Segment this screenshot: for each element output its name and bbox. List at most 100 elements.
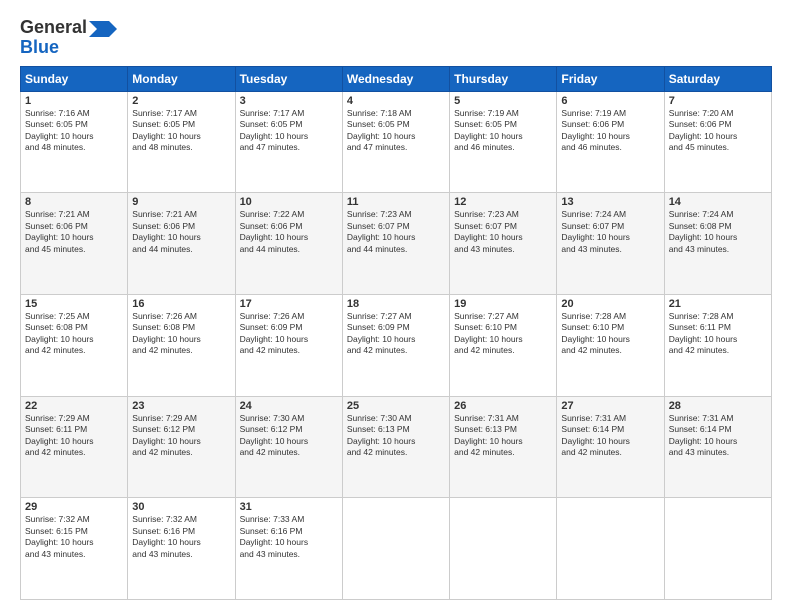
day-number: 23 [132, 400, 230, 412]
day-number: 16 [132, 298, 230, 310]
calendar-cell: 10Sunrise: 7:22 AMSunset: 6:06 PMDayligh… [235, 193, 342, 295]
calendar-cell: 12Sunrise: 7:23 AMSunset: 6:07 PMDayligh… [450, 193, 557, 295]
cell-sunrise: Sunrise: 7:27 AMSunset: 6:09 PMDaylight:… [347, 311, 416, 355]
day-number: 10 [240, 196, 338, 208]
cell-sunrise: Sunrise: 7:26 AMSunset: 6:09 PMDaylight:… [240, 311, 309, 355]
calendar-week-row: 15Sunrise: 7:25 AMSunset: 6:08 PMDayligh… [21, 294, 772, 396]
cell-sunrise: Sunrise: 7:29 AMSunset: 6:12 PMDaylight:… [132, 413, 201, 457]
calendar-cell: 7Sunrise: 7:20 AMSunset: 6:06 PMDaylight… [664, 91, 771, 193]
day-number: 1 [25, 95, 123, 107]
logo-line1: General [20, 18, 117, 38]
calendar-cell: 31Sunrise: 7:33 AMSunset: 6:16 PMDayligh… [235, 498, 342, 600]
calendar-header-row: SundayMondayTuesdayWednesdayThursdayFrid… [21, 66, 772, 91]
day-number: 19 [454, 298, 552, 310]
calendar-week-row: 8Sunrise: 7:21 AMSunset: 6:06 PMDaylight… [21, 193, 772, 295]
calendar-week-row: 22Sunrise: 7:29 AMSunset: 6:11 PMDayligh… [21, 396, 772, 498]
day-number: 28 [669, 400, 767, 412]
cell-sunrise: Sunrise: 7:31 AMSunset: 6:14 PMDaylight:… [561, 413, 630, 457]
weekday-header: Thursday [450, 66, 557, 91]
calendar-week-row: 29Sunrise: 7:32 AMSunset: 6:15 PMDayligh… [21, 498, 772, 600]
calendar-cell [664, 498, 771, 600]
day-number: 13 [561, 196, 659, 208]
calendar-cell: 22Sunrise: 7:29 AMSunset: 6:11 PMDayligh… [21, 396, 128, 498]
calendar-cell: 30Sunrise: 7:32 AMSunset: 6:16 PMDayligh… [128, 498, 235, 600]
cell-sunrise: Sunrise: 7:18 AMSunset: 6:05 PMDaylight:… [347, 108, 416, 152]
calendar-cell: 15Sunrise: 7:25 AMSunset: 6:08 PMDayligh… [21, 294, 128, 396]
cell-sunrise: Sunrise: 7:27 AMSunset: 6:10 PMDaylight:… [454, 311, 523, 355]
cell-sunrise: Sunrise: 7:24 AMSunset: 6:07 PMDaylight:… [561, 209, 630, 253]
cell-sunrise: Sunrise: 7:30 AMSunset: 6:12 PMDaylight:… [240, 413, 309, 457]
calendar-cell: 17Sunrise: 7:26 AMSunset: 6:09 PMDayligh… [235, 294, 342, 396]
calendar-cell: 4Sunrise: 7:18 AMSunset: 6:05 PMDaylight… [342, 91, 449, 193]
cell-sunrise: Sunrise: 7:32 AMSunset: 6:15 PMDaylight:… [25, 514, 94, 558]
day-number: 17 [240, 298, 338, 310]
cell-sunrise: Sunrise: 7:21 AMSunset: 6:06 PMDaylight:… [132, 209, 201, 253]
calendar-cell [342, 498, 449, 600]
calendar-body: 1Sunrise: 7:16 AMSunset: 6:05 PMDaylight… [21, 91, 772, 599]
calendar-cell: 3Sunrise: 7:17 AMSunset: 6:05 PMDaylight… [235, 91, 342, 193]
weekday-header: Monday [128, 66, 235, 91]
calendar-cell: 29Sunrise: 7:32 AMSunset: 6:15 PMDayligh… [21, 498, 128, 600]
cell-sunrise: Sunrise: 7:26 AMSunset: 6:08 PMDaylight:… [132, 311, 201, 355]
calendar-cell: 19Sunrise: 7:27 AMSunset: 6:10 PMDayligh… [450, 294, 557, 396]
calendar-cell: 14Sunrise: 7:24 AMSunset: 6:08 PMDayligh… [664, 193, 771, 295]
calendar-cell: 5Sunrise: 7:19 AMSunset: 6:05 PMDaylight… [450, 91, 557, 193]
calendar-cell: 25Sunrise: 7:30 AMSunset: 6:13 PMDayligh… [342, 396, 449, 498]
calendar-cell: 20Sunrise: 7:28 AMSunset: 6:10 PMDayligh… [557, 294, 664, 396]
day-number: 31 [240, 501, 338, 513]
calendar-table: SundayMondayTuesdayWednesdayThursdayFrid… [20, 66, 772, 600]
day-number: 20 [561, 298, 659, 310]
calendar-cell: 28Sunrise: 7:31 AMSunset: 6:14 PMDayligh… [664, 396, 771, 498]
day-number: 27 [561, 400, 659, 412]
cell-sunrise: Sunrise: 7:19 AMSunset: 6:05 PMDaylight:… [454, 108, 523, 152]
cell-sunrise: Sunrise: 7:28 AMSunset: 6:10 PMDaylight:… [561, 311, 630, 355]
day-number: 24 [240, 400, 338, 412]
calendar-cell: 6Sunrise: 7:19 AMSunset: 6:06 PMDaylight… [557, 91, 664, 193]
calendar-cell: 16Sunrise: 7:26 AMSunset: 6:08 PMDayligh… [128, 294, 235, 396]
header: General Blue [20, 18, 772, 58]
calendar-cell: 9Sunrise: 7:21 AMSunset: 6:06 PMDaylight… [128, 193, 235, 295]
day-number: 5 [454, 95, 552, 107]
cell-sunrise: Sunrise: 7:21 AMSunset: 6:06 PMDaylight:… [25, 209, 94, 253]
calendar-cell: 8Sunrise: 7:21 AMSunset: 6:06 PMDaylight… [21, 193, 128, 295]
day-number: 18 [347, 298, 445, 310]
cell-sunrise: Sunrise: 7:19 AMSunset: 6:06 PMDaylight:… [561, 108, 630, 152]
logo-line2: Blue [20, 38, 117, 58]
calendar-cell [450, 498, 557, 600]
cell-sunrise: Sunrise: 7:29 AMSunset: 6:11 PMDaylight:… [25, 413, 94, 457]
calendar-cell: 21Sunrise: 7:28 AMSunset: 6:11 PMDayligh… [664, 294, 771, 396]
cell-sunrise: Sunrise: 7:23 AMSunset: 6:07 PMDaylight:… [347, 209, 416, 253]
cell-sunrise: Sunrise: 7:20 AMSunset: 6:06 PMDaylight:… [669, 108, 738, 152]
cell-sunrise: Sunrise: 7:31 AMSunset: 6:14 PMDaylight:… [669, 413, 738, 457]
page: General Blue SundayMondayTuesdayWednesda… [0, 0, 792, 612]
weekday-header: Sunday [21, 66, 128, 91]
logo: General Blue [20, 18, 117, 58]
day-number: 4 [347, 95, 445, 107]
weekday-header: Saturday [664, 66, 771, 91]
calendar-cell: 24Sunrise: 7:30 AMSunset: 6:12 PMDayligh… [235, 396, 342, 498]
day-number: 8 [25, 196, 123, 208]
calendar-cell: 2Sunrise: 7:17 AMSunset: 6:05 PMDaylight… [128, 91, 235, 193]
cell-sunrise: Sunrise: 7:30 AMSunset: 6:13 PMDaylight:… [347, 413, 416, 457]
cell-sunrise: Sunrise: 7:33 AMSunset: 6:16 PMDaylight:… [240, 514, 309, 558]
weekday-header: Tuesday [235, 66, 342, 91]
cell-sunrise: Sunrise: 7:17 AMSunset: 6:05 PMDaylight:… [132, 108, 201, 152]
day-number: 14 [669, 196, 767, 208]
day-number: 2 [132, 95, 230, 107]
cell-sunrise: Sunrise: 7:24 AMSunset: 6:08 PMDaylight:… [669, 209, 738, 253]
calendar-cell: 23Sunrise: 7:29 AMSunset: 6:12 PMDayligh… [128, 396, 235, 498]
calendar-cell [557, 498, 664, 600]
calendar-cell: 18Sunrise: 7:27 AMSunset: 6:09 PMDayligh… [342, 294, 449, 396]
day-number: 22 [25, 400, 123, 412]
calendar-cell: 13Sunrise: 7:24 AMSunset: 6:07 PMDayligh… [557, 193, 664, 295]
cell-sunrise: Sunrise: 7:17 AMSunset: 6:05 PMDaylight:… [240, 108, 309, 152]
cell-sunrise: Sunrise: 7:16 AMSunset: 6:05 PMDaylight:… [25, 108, 94, 152]
calendar-cell: 11Sunrise: 7:23 AMSunset: 6:07 PMDayligh… [342, 193, 449, 295]
day-number: 11 [347, 196, 445, 208]
calendar-week-row: 1Sunrise: 7:16 AMSunset: 6:05 PMDaylight… [21, 91, 772, 193]
cell-sunrise: Sunrise: 7:23 AMSunset: 6:07 PMDaylight:… [454, 209, 523, 253]
day-number: 21 [669, 298, 767, 310]
weekday-header: Wednesday [342, 66, 449, 91]
day-number: 25 [347, 400, 445, 412]
day-number: 6 [561, 95, 659, 107]
